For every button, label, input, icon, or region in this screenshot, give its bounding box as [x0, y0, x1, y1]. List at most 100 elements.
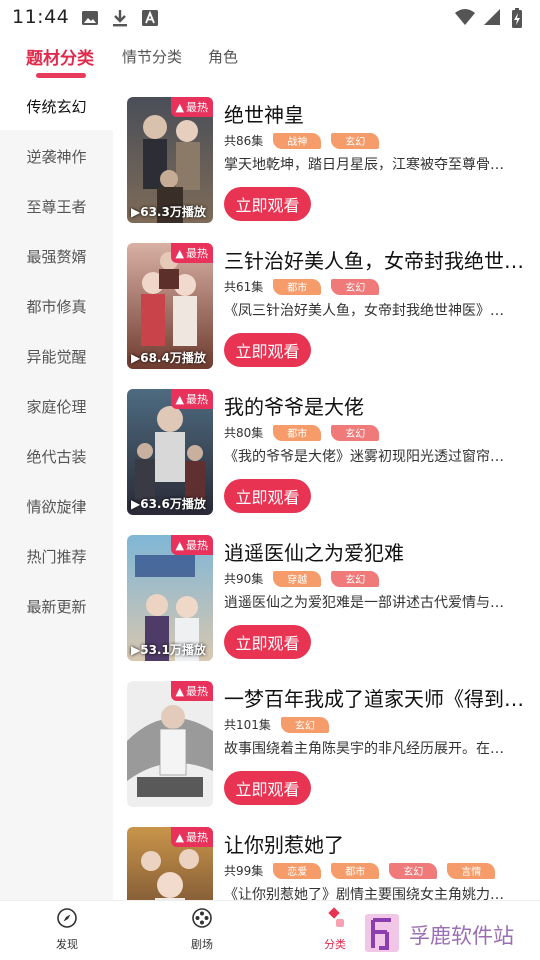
- nav-discover[interactable]: 发现: [32, 907, 102, 952]
- drama-poster[interactable]: ▲ 最热: [127, 827, 213, 900]
- drama-title[interactable]: 三针治好美人鱼，女帝封我绝世神…: [224, 245, 536, 274]
- sidebar-item-costume[interactable]: 绝代古装: [0, 432, 113, 480]
- drama-card[interactable]: ▲ 最热 ▶53.1万播放 逍遥医仙之为爱犯难 共90集 穿越 玄幻 逍遥医仙之为…: [113, 535, 540, 671]
- hot-badge: ▲ 最热: [170, 681, 213, 701]
- drama-title[interactable]: 我的爷爷是大佬: [224, 391, 536, 420]
- drama-description: 《让你别惹她了》剧情主要围绕女主角姚力…: [224, 887, 504, 900]
- watch-now-button[interactable]: 立即观看: [224, 771, 311, 805]
- status-bar: 11:44: [0, 0, 540, 36]
- episode-count: 共101集: [224, 718, 271, 732]
- drama-description: 逍遥医仙之为爱犯难是一部讲述古代爱情与…: [224, 595, 504, 611]
- drama-title[interactable]: 绝世神皇: [224, 99, 536, 128]
- genre-tag: 穿越: [273, 570, 322, 587]
- watermark-logo-icon: [363, 912, 401, 958]
- image-icon: [80, 8, 100, 28]
- flame-icon: ▲: [175, 684, 184, 698]
- drama-card[interactable]: ▲ 最热 ▶68.4万播放 三针治好美人鱼，女帝封我绝世神… 共61集 都市 玄幻…: [113, 243, 540, 379]
- site-watermark: 孚鹿软件站: [363, 912, 514, 958]
- play-count: ▶63.3万播放: [131, 205, 206, 219]
- genre-tag: 玄幻: [389, 862, 438, 879]
- play-count: ▶68.4万播放: [131, 351, 206, 365]
- genre-tag: 玄幻: [331, 278, 380, 295]
- drama-poster[interactable]: ▲ 最热 ▶63.6万播放: [127, 389, 213, 515]
- sidebar-item-comeback[interactable]: 逆袭神作: [0, 132, 113, 180]
- drama-description: 《凤三针治好美人鱼，女帝封我绝世神医》…: [224, 303, 504, 319]
- battery-charging-icon: [510, 7, 530, 28]
- drama-poster[interactable]: ▲ 最热 ▶53.1万播放: [127, 535, 213, 661]
- sidebar-item-romance-melody[interactable]: 情欲旋律: [0, 482, 113, 530]
- tab-plot[interactable]: 情节分类: [122, 46, 182, 67]
- watch-now-button[interactable]: 立即观看: [224, 625, 311, 659]
- play-count: ▶63.6万播放: [131, 497, 206, 511]
- drama-poster[interactable]: ▲ 最热 ▶68.4万播放: [127, 243, 213, 369]
- sidebar-item-traditional-fantasy[interactable]: 传统玄幻: [0, 82, 113, 130]
- episode-count: 共90集: [224, 572, 264, 586]
- episode-count: 共99集: [224, 864, 264, 878]
- tab-role[interactable]: 角色: [208, 46, 238, 67]
- drama-list: ▲ 最热 ▶63.3万播放 绝世神皇 共86集 战神 玄幻 掌天地乾坤，踏日月星辰…: [113, 82, 540, 900]
- tab-active-indicator: [36, 73, 86, 78]
- drama-description: 故事围绕着主角陈昊宇的非凡经历展开。在…: [224, 741, 504, 757]
- film-reel-icon: [191, 907, 213, 933]
- episode-count: 共80集: [224, 426, 264, 440]
- nav-category[interactable]: 分类: [300, 907, 370, 952]
- flame-icon: ▲: [175, 246, 184, 260]
- status-time: 11:44: [12, 6, 70, 28]
- episode-count: 共86集: [224, 134, 264, 148]
- drama-description: 掌天地乾坤，踏日月星辰，江寒被夺至尊骨…: [224, 157, 504, 173]
- hot-badge: ▲ 最热: [170, 535, 213, 555]
- watch-now-button[interactable]: 立即观看: [224, 187, 311, 221]
- drama-poster[interactable]: ▲ 最热 ▶63.3万播放: [127, 97, 213, 223]
- watch-now-button[interactable]: 立即观看: [224, 333, 311, 367]
- drama-title[interactable]: 逍遥医仙之为爱犯难: [224, 537, 536, 566]
- sidebar-item-urban-cultivation[interactable]: 都市修真: [0, 282, 113, 330]
- flame-icon: ▲: [175, 392, 184, 406]
- genre-tag: 玄幻: [280, 716, 329, 733]
- genre-tag: 都市: [331, 862, 380, 879]
- episode-count: 共61集: [224, 280, 264, 294]
- watermark-text: 孚鹿软件站: [409, 924, 514, 948]
- genre-tag: 战神: [273, 132, 322, 149]
- play-icon: ▶: [131, 205, 141, 219]
- genre-tag: 言情: [447, 862, 496, 879]
- flame-icon: ▲: [175, 100, 184, 114]
- signal-icon: [482, 7, 502, 27]
- play-icon: ▶: [131, 643, 141, 657]
- genre-tag: 玄幻: [331, 570, 380, 587]
- drama-title[interactable]: 一梦百年我成了道家天师《得到道…: [224, 683, 536, 712]
- sidebar-item-family-drama[interactable]: 家庭伦理: [0, 382, 113, 430]
- sidebar-item-son-in-law[interactable]: 最强赘婿: [0, 232, 113, 280]
- hot-badge: ▲ 最热: [170, 389, 213, 409]
- watch-now-button[interactable]: 立即观看: [224, 479, 311, 513]
- tab-subject[interactable]: 题材分类: [26, 44, 94, 69]
- drama-card[interactable]: ▲ 最热 ▶63.6万播放 我的爷爷是大佬 共80集 都市 玄幻 《我的爷爷是大佬…: [113, 389, 540, 525]
- compass-icon: [56, 907, 78, 933]
- wifi-icon: [454, 7, 475, 27]
- drama-card[interactable]: ▲ 最热 ▶63.3万播放 绝世神皇 共86集 战神 玄幻 掌天地乾坤，踏日月星辰…: [113, 97, 540, 233]
- genre-tag: 玄幻: [331, 424, 380, 441]
- sidebar-item-hot[interactable]: 热门推荐: [0, 532, 113, 580]
- flame-icon: ▲: [175, 830, 184, 844]
- drama-card[interactable]: ▲ 最热 让你别惹她了 共99集 恋爱 都市 玄幻 言情 《让你别惹她了》剧情主要…: [113, 827, 540, 900]
- genre-tag: 都市: [273, 424, 322, 441]
- font-icon: [140, 8, 160, 28]
- hot-badge: ▲ 最热: [170, 97, 213, 117]
- play-icon: ▶: [131, 351, 141, 365]
- hot-badge: ▲ 最热: [170, 243, 213, 263]
- sidebar-item-superpower[interactable]: 异能觉醒: [0, 332, 113, 380]
- category-icon: [324, 907, 346, 933]
- drama-title[interactable]: 让你别惹她了: [224, 829, 536, 858]
- drama-poster[interactable]: ▲ 最热: [127, 681, 213, 807]
- genre-sidebar: 传统玄幻 逆袭神作 至尊王者 最强赘婿 都市修真 异能觉醒 家庭伦理 绝代古装 …: [0, 82, 113, 900]
- category-tabs: 题材分类 情节分类 角色: [0, 36, 540, 82]
- download-icon: [110, 8, 130, 28]
- genre-tag: 恋爱: [273, 862, 322, 879]
- play-icon: ▶: [131, 497, 141, 511]
- drama-card[interactable]: ▲ 最热 一梦百年我成了道家天师《得到道… 共101集 玄幻 故事围绕着主角陈昊宇…: [113, 681, 540, 817]
- genre-tag: 玄幻: [331, 132, 380, 149]
- drama-description: 《我的爷爷是大佬》迷雾初现阳光透过窗帘…: [224, 449, 504, 465]
- sidebar-item-latest[interactable]: 最新更新: [0, 582, 113, 630]
- nav-theater[interactable]: 剧场: [167, 907, 237, 952]
- flame-icon: ▲: [175, 538, 184, 552]
- sidebar-item-supreme-king[interactable]: 至尊王者: [0, 182, 113, 230]
